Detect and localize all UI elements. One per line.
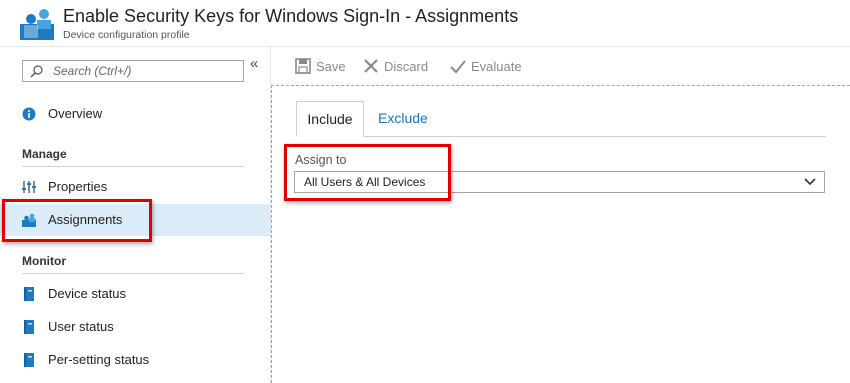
report-book-icon bbox=[24, 320, 34, 334]
sidebar-item-label: User status bbox=[48, 319, 114, 334]
section-title-manage: Manage bbox=[22, 147, 67, 161]
search-input[interactable]: Search (Ctrl+/) bbox=[22, 60, 244, 82]
assignments-people-icon bbox=[20, 9, 54, 40]
collapse-sidebar-button[interactable]: « bbox=[250, 55, 258, 72]
command-bar: Save Discard Evaluate bbox=[271, 47, 850, 86]
sidebar-item-label: Device status bbox=[48, 286, 127, 301]
chevron-down-icon bbox=[804, 178, 816, 186]
discard-button[interactable]: Discard bbox=[363, 58, 428, 74]
sidebar-item-per-setting-status[interactable]: Per-setting status bbox=[0, 344, 270, 376]
save-label: Save bbox=[316, 59, 346, 74]
save-icon bbox=[295, 58, 311, 74]
sidebar-item-label: Properties bbox=[48, 179, 108, 194]
properties-sliders-icon bbox=[22, 181, 36, 193]
report-book-icon bbox=[24, 287, 34, 301]
section-divider bbox=[22, 273, 244, 274]
page-subtitle: Device configuration profile bbox=[63, 29, 190, 41]
page-title: Enable Security Keys for Windows Sign-In… bbox=[63, 6, 519, 26]
search-placeholder: Search (Ctrl+/) bbox=[53, 64, 132, 78]
sidebar-item-label: Per-setting status bbox=[48, 352, 150, 367]
tab-strip: Include Exclude bbox=[296, 101, 826, 137]
checkmark-icon bbox=[450, 60, 466, 74]
section-title-monitor: Monitor bbox=[22, 254, 66, 268]
close-icon bbox=[364, 59, 378, 73]
sidebar-item-device-status[interactable]: Device status bbox=[0, 278, 270, 310]
sidebar-item-overview[interactable]: Overview bbox=[0, 98, 270, 130]
info-icon bbox=[22, 107, 36, 121]
section-divider bbox=[22, 166, 244, 167]
panel-divider bbox=[271, 85, 272, 383]
sidebar-item-label: Overview bbox=[48, 106, 103, 121]
tab-include[interactable]: Include bbox=[296, 101, 364, 137]
save-button[interactable]: Save bbox=[295, 58, 346, 74]
page-header: Enable Security Keys for Windows Sign-In… bbox=[0, 0, 850, 47]
highlight-box-assignments bbox=[2, 199, 152, 242]
tab-exclude[interactable]: Exclude bbox=[378, 101, 428, 136]
main-panel: Save Discard Evaluate Include Exclude As… bbox=[271, 47, 850, 383]
evaluate-label: Evaluate bbox=[471, 59, 522, 74]
sidebar-item-user-status[interactable]: User status bbox=[0, 311, 270, 343]
discard-label: Discard bbox=[384, 59, 429, 74]
search-icon bbox=[30, 65, 43, 78]
evaluate-button[interactable]: Evaluate bbox=[450, 58, 522, 74]
report-book-icon bbox=[24, 353, 34, 367]
highlight-box-assign-to bbox=[284, 144, 451, 201]
